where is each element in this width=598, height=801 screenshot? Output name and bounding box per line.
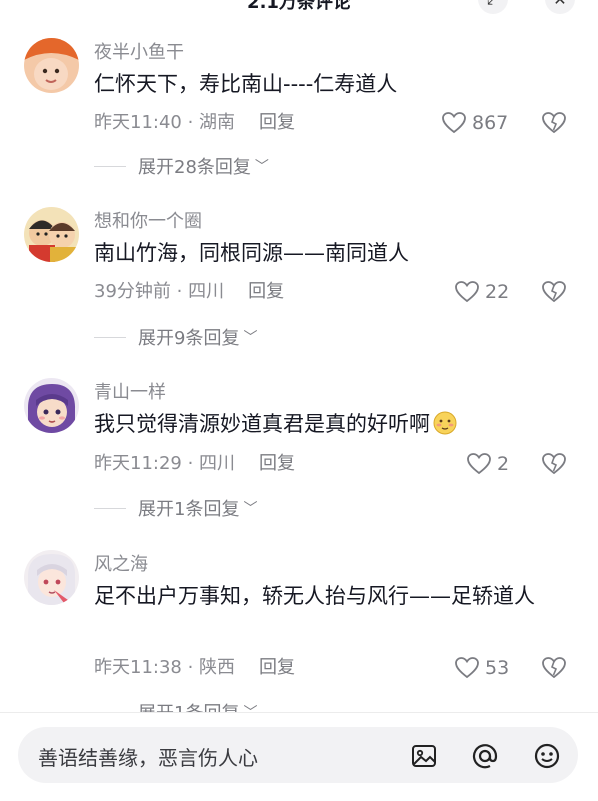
reply-button[interactable]: 回复 <box>259 112 295 133</box>
broken-heart-icon <box>542 281 566 303</box>
like-button[interactable]: 2 <box>467 451 509 477</box>
divider-line <box>94 507 126 509</box>
expand-replies-button[interactable]: 展开1条回复 ﹀ <box>94 496 257 520</box>
purple-hair-anime-avatar-icon <box>24 378 79 433</box>
comment-time-location: 昨天11:29 · 四川 <box>94 453 236 474</box>
dislike-button[interactable] <box>541 451 567 477</box>
chevron-down-icon: ﹀ <box>243 330 258 346</box>
avatar[interactable] <box>24 550 79 605</box>
blush-emoji-icon <box>433 411 457 435</box>
expand-replies-label: 展开9条回复 <box>138 328 240 349</box>
comment-count-title: 2.1万条评论 <box>247 0 351 13</box>
like-count: 2 <box>497 453 510 475</box>
like-button[interactable]: 53 <box>455 655 509 681</box>
expand-replies-button[interactable]: 展开28条回复 ﹀ <box>94 154 269 178</box>
comment-meta: 昨天11:38 · 陕西 回复 <box>94 655 295 681</box>
reply-button[interactable]: 回复 <box>259 453 295 474</box>
comment-time-location: 39分钟前 · 四川 <box>94 281 225 302</box>
comment-input-bar: 善语结善缘，恶言伤人心 <box>0 712 598 801</box>
heart-icon <box>455 281 479 303</box>
chevron-down-icon: ﹀ <box>254 159 269 175</box>
username[interactable]: 夜半小鱼干 <box>94 38 184 64</box>
comment-item: 夜半小鱼干 仁怀天下，寿比南山----仁寿道人 昨天11:40 · 湖南 回复 8… <box>0 38 598 183</box>
broken-heart-icon <box>542 453 566 475</box>
username[interactable]: 青山一样 <box>94 378 166 404</box>
image-icon[interactable] <box>410 742 438 770</box>
reply-button[interactable]: 回复 <box>259 657 295 678</box>
white-hair-anime-avatar-icon <box>24 550 79 605</box>
at-mention-icon[interactable] <box>471 742 499 770</box>
divider-line <box>94 165 126 167</box>
expand-replies-button[interactable]: 展开9条回复 ﹀ <box>94 325 257 349</box>
like-count: 22 <box>485 281 510 303</box>
chevron-down-icon: ﹀ <box>243 501 258 517</box>
comment-text: 仁怀天下，寿比南山----仁寿道人 <box>94 72 398 96</box>
like-button[interactable]: 22 <box>455 279 509 305</box>
cartoon-couple-avatar-icon <box>24 207 79 262</box>
comment-meta: 昨天11:40 · 湖南 回复 <box>94 110 295 136</box>
comment-text: 足不出户万事知，轿无人抬与风行——足轿道人 <box>94 584 535 608</box>
comment-item: 风之海 足不出户万事知，轿无人抬与风行——足轿道人 昨天11:38 · 陕西 回复… <box>0 550 598 724</box>
like-button[interactable]: 867 <box>442 110 508 136</box>
broken-heart-icon <box>542 112 566 134</box>
expand-replies-label: 展开1条回复 <box>138 499 240 520</box>
comment-meta: 昨天11:29 · 四川 回复 <box>94 451 295 477</box>
like-count: 867 <box>472 112 509 134</box>
comments-header: 2.1万条评论 ⤢ ✕ <box>0 0 598 20</box>
heart-icon <box>467 453 491 475</box>
comment-item: 想和你一个圈 南山竹海，同根同源——南同道人 39分钟前 · 四川 回复 22 展… <box>0 207 598 352</box>
comment-text: 南山竹海，同根同源——南同道人 <box>94 241 409 265</box>
expand-replies-label: 展开28条回复 <box>138 157 251 178</box>
dislike-button[interactable] <box>541 110 567 136</box>
dislike-button[interactable] <box>541 279 567 305</box>
divider-line <box>94 336 126 338</box>
reply-button[interactable]: 回复 <box>248 281 284 302</box>
like-count: 53 <box>485 657 510 679</box>
dislike-button[interactable] <box>541 655 567 681</box>
broken-heart-icon <box>542 657 566 679</box>
comment-meta: 39分钟前 · 四川 回复 <box>94 279 284 305</box>
avatar[interactable] <box>24 207 79 262</box>
username[interactable]: 想和你一个圈 <box>94 207 202 233</box>
heart-icon <box>455 657 479 679</box>
avatar[interactable] <box>24 38 79 93</box>
comment-time-location: 昨天11:38 · 陕西 <box>94 657 236 678</box>
comment-item: 青山一样 我只觉得清源妙道真君是真的好听啊 昨天11:29 · 四川 回复 2 展… <box>0 378 598 523</box>
emoji-icon[interactable] <box>533 742 561 770</box>
comment-text-content: 我只觉得清源妙道真君是真的好听啊 <box>94 412 430 436</box>
heart-icon <box>442 112 466 134</box>
comment-text: 我只觉得清源妙道真君是真的好听啊 <box>94 408 564 441</box>
comment-input-placeholder: 善语结善缘，恶言伤人心 <box>38 746 258 770</box>
comment-time-location: 昨天11:40 · 湖南 <box>94 112 236 133</box>
avatar[interactable] <box>24 378 79 433</box>
username[interactable]: 风之海 <box>94 550 148 576</box>
comment-input[interactable]: 善语结善缘，恶言伤人心 <box>18 727 578 783</box>
orange-hat-baby-avatar-icon <box>24 38 79 93</box>
